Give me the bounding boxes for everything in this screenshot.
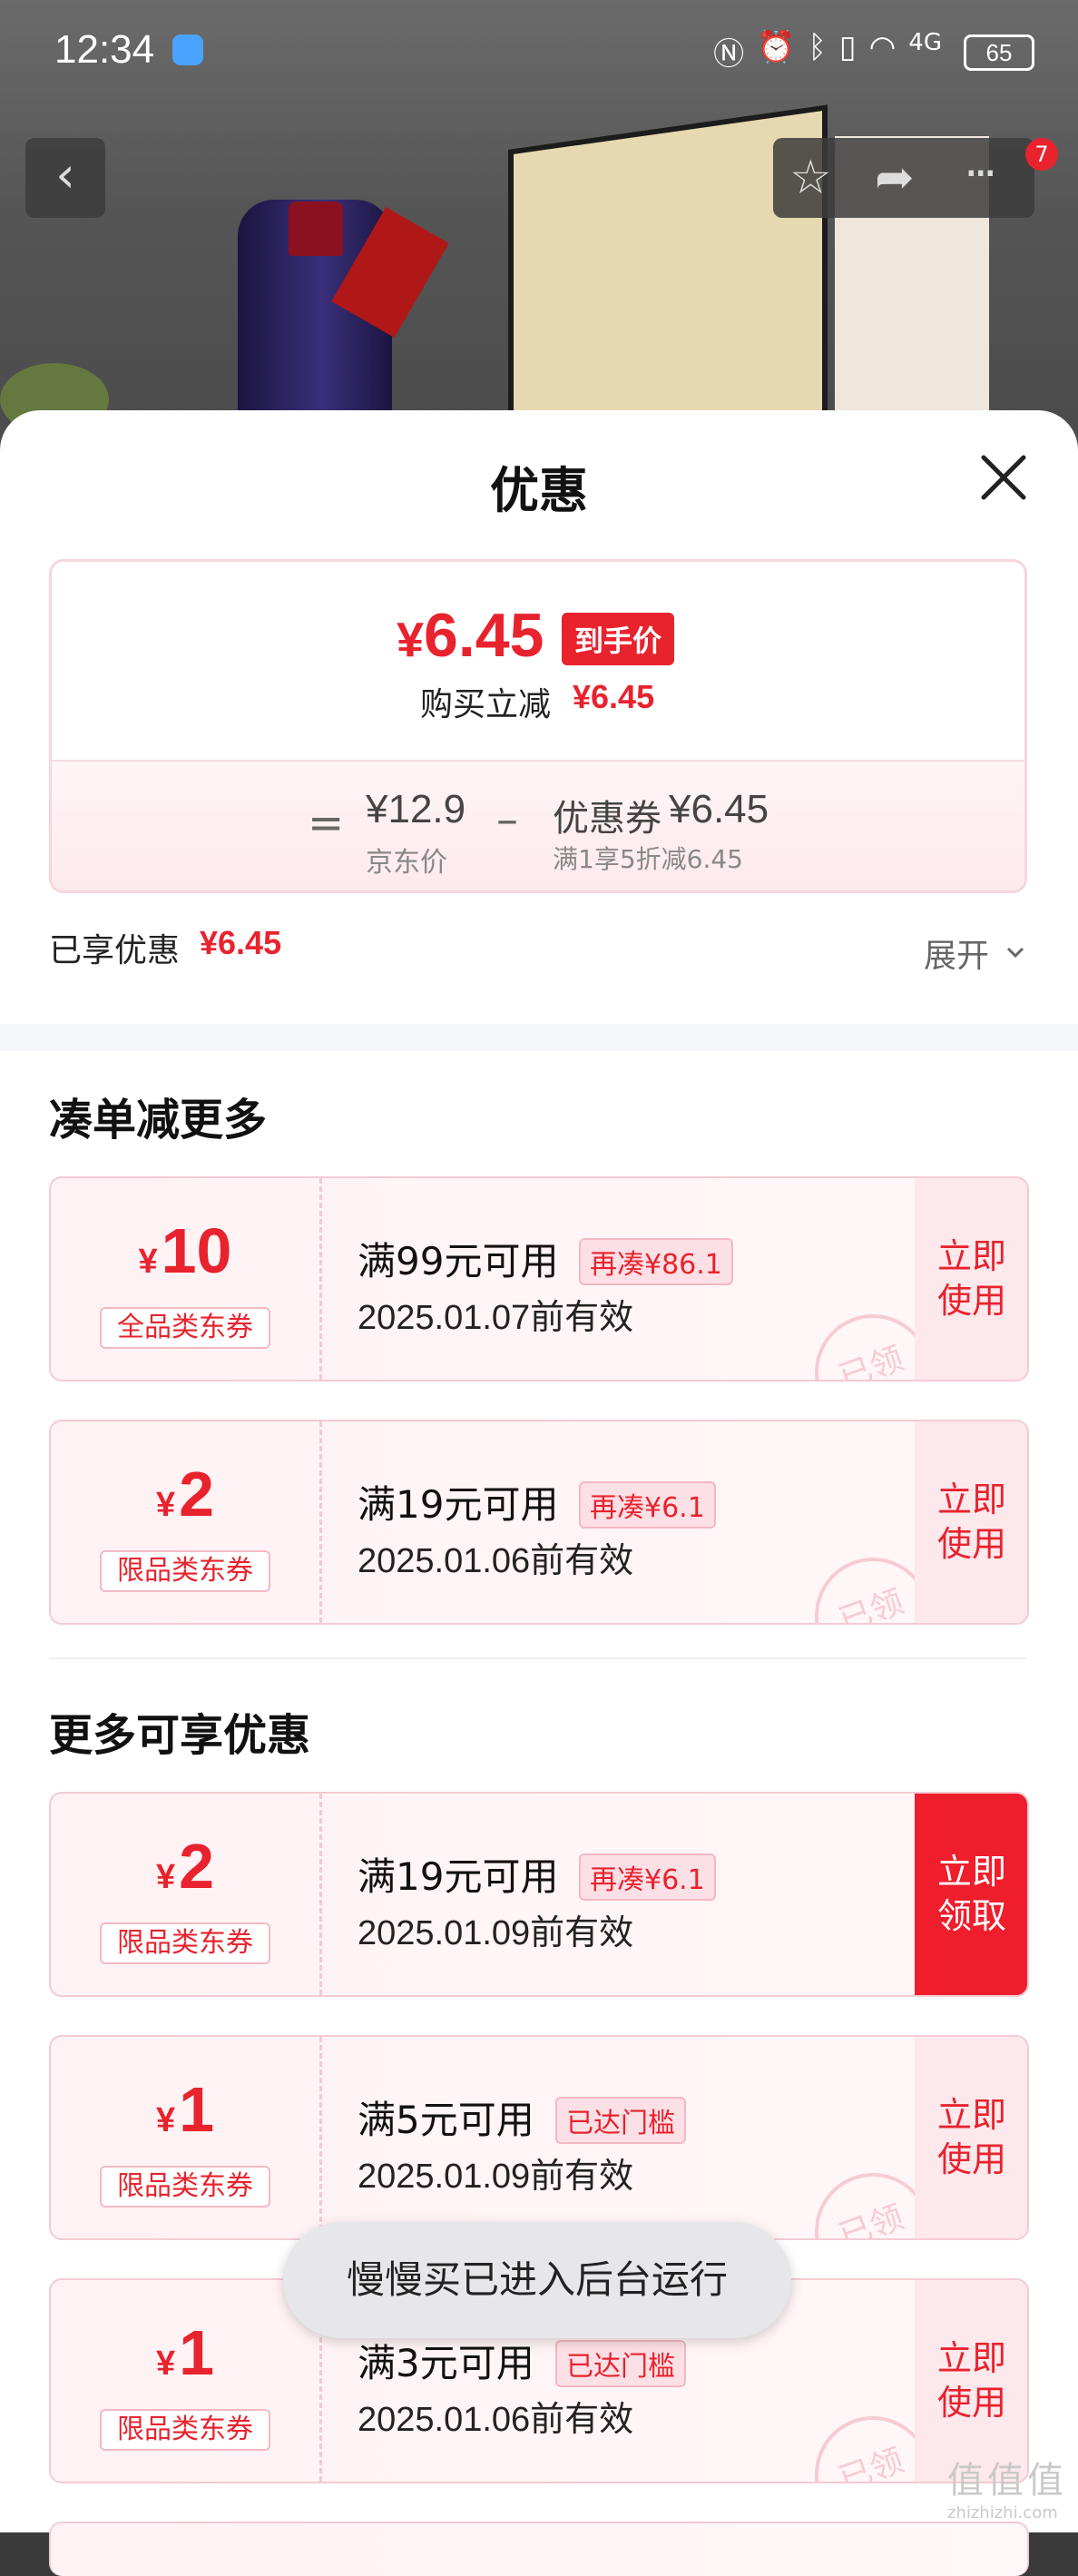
coupon-gap-badge: 已达门槛 bbox=[555, 2340, 686, 2387]
coupon-condition: 满19元可用 bbox=[358, 1854, 559, 1899]
chevron-down-icon[interactable] bbox=[1005, 942, 1025, 962]
coupon-amount: ¥1 bbox=[155, 2074, 215, 2145]
close-icon[interactable] bbox=[978, 452, 1029, 503]
coupon-expiry: 2025.01.09前有效 bbox=[358, 1914, 634, 1952]
section-title-more: 更多可享优惠 bbox=[49, 1710, 311, 1761]
status-bar: 12:34 Ⓝ ⏰ ᛒ ▯ ◠ 4G 65 bbox=[0, 0, 1078, 109]
coupon-card: ¥10 全品类东券 满99元可用 再凑¥86.1 2025.01.07前有效 已… bbox=[49, 1176, 1029, 1381]
coupon-gap-badge: 再凑¥6.1 bbox=[579, 1853, 716, 1901]
alarm-icon: ⏰ bbox=[757, 29, 796, 65]
coupon-condition: 满5元可用 bbox=[358, 2098, 534, 2142]
minus-sign: – bbox=[496, 794, 518, 845]
use-now-button[interactable]: 立即 使用 bbox=[915, 1421, 1027, 1623]
use-now-button[interactable]: 立即 使用 bbox=[915, 2037, 1027, 2238]
price-summary-card: ¥6.45 到手价 购买立减 ¥6.45 = ¥12.9 京东价 – 优惠券 ¥… bbox=[49, 559, 1027, 893]
coupon-amount: ¥10 bbox=[138, 1215, 232, 1286]
jd-price-label: 京东价 bbox=[366, 847, 447, 879]
coupon-card-partial bbox=[49, 2522, 1029, 2576]
instant-discount-label: 购买立减 bbox=[420, 686, 552, 723]
coupon-name: 优惠券 bbox=[553, 798, 662, 840]
4g-signal-icon: 4G bbox=[908, 29, 942, 56]
section-divider bbox=[49, 1657, 1027, 1659]
equals-sign: = bbox=[308, 798, 345, 849]
coupon-type: 限品类东券 bbox=[100, 1922, 270, 1964]
coupon-amount: ¥2 bbox=[155, 1459, 215, 1529]
final-price: ¥6.45 bbox=[397, 601, 544, 670]
coupon-expiry: 2025.01.07前有效 bbox=[358, 1299, 634, 1337]
coupon-card: ¥2 限品类东券 满19元可用 再凑¥6.1 2025.01.09前有效 立即 … bbox=[49, 1792, 1029, 1997]
use-now-button[interactable]: 立即 使用 bbox=[915, 1178, 1027, 1380]
price-breakdown: = ¥12.9 京东价 – 优惠券 ¥6.45 满1享5折减6.45 bbox=[52, 760, 1024, 890]
status-time: 12:34 bbox=[54, 27, 155, 72]
product-image-bottle-cap bbox=[289, 202, 343, 256]
price-summary-top: ¥6.45 到手价 购买立减 ¥6.45 bbox=[52, 562, 1024, 760]
claim-now-button[interactable]: 立即 领取 bbox=[915, 1794, 1027, 1995]
coupon-condition: 满99元可用 bbox=[358, 1239, 559, 1283]
bluetooth-icon: ᛒ bbox=[808, 29, 827, 65]
coupon-condition: 满3元可用 bbox=[358, 2341, 534, 2385]
expand-button[interactable]: 展开 bbox=[924, 929, 989, 977]
coupon-rule: 满1享5折减6.45 bbox=[553, 844, 743, 874]
notification-badge: 7 bbox=[1025, 138, 1058, 171]
coupon-gap-badge: 已达门槛 bbox=[555, 2097, 686, 2144]
instant-discount-value: ¥6.45 bbox=[573, 678, 655, 715]
coupon-amount: ¥6.45 bbox=[669, 787, 769, 831]
watermark-url: zhizhizhi.com bbox=[947, 2503, 1058, 2522]
chevron-left-icon: ‹ bbox=[55, 146, 75, 203]
jd-price: ¥12.9 bbox=[366, 787, 466, 831]
section-title-combine: 凑单减更多 bbox=[49, 1095, 268, 1145]
final-price-tag: 到手价 bbox=[562, 613, 675, 665]
coupon-gap-badge: 再凑¥86.1 bbox=[579, 1238, 733, 1285]
coupon-type: 限品类东券 bbox=[100, 2409, 270, 2451]
sheet-title: 优惠 bbox=[490, 462, 588, 519]
coupon-expiry: 2025.01.06前有效 bbox=[358, 2401, 634, 2439]
coupon-gap-badge: 再凑¥6.1 bbox=[579, 1481, 716, 1529]
back-button[interactable]: ‹ bbox=[25, 138, 105, 218]
coupon-expiry: 2025.01.06前有效 bbox=[358, 1542, 634, 1580]
nfc-icon: Ⓝ bbox=[713, 36, 745, 73]
enjoyed-discount-label: 已享优惠 bbox=[49, 932, 181, 969]
wifi-icon: ◠ bbox=[868, 29, 897, 65]
coupon-amount: ¥2 bbox=[155, 1831, 215, 1902]
watermark: 值值值 bbox=[947, 2460, 1067, 2502]
coupon-expiry: 2025.01.09前有效 bbox=[358, 2158, 634, 2196]
coupon-type: 全品类东券 bbox=[100, 1307, 270, 1349]
more-icon[interactable]: ··· bbox=[964, 147, 998, 202]
coupon-type: 限品类东券 bbox=[100, 2166, 270, 2207]
coupon-type: 限品类东券 bbox=[100, 1550, 270, 1592]
vibrate-icon: ▯ bbox=[838, 29, 857, 65]
battery-indicator: 65 bbox=[964, 34, 1034, 71]
section-divider-band bbox=[0, 1024, 1078, 1051]
coupon-card: ¥2 限品类东券 满19元可用 再凑¥6.1 2025.01.06前有效 已领 … bbox=[49, 1420, 1029, 1625]
message-notification-icon bbox=[172, 34, 203, 65]
discount-sheet: 优惠 ¥6.45 到手价 购买立减 ¥6.45 = ¥12.9 京东价 – 优惠… bbox=[0, 410, 1078, 2576]
favorite-star-icon[interactable]: ☆ bbox=[789, 151, 832, 205]
nav-actions: ☆ ➦ ··· bbox=[773, 138, 1034, 218]
share-icon[interactable]: ➦ bbox=[875, 151, 915, 205]
status-icons: Ⓝ ⏰ ᛒ ▯ ◠ 4G bbox=[713, 29, 942, 74]
coupon-condition: 满19元可用 bbox=[358, 1482, 559, 1527]
background-toast: 慢慢买已进入后台运行 bbox=[283, 2222, 791, 2338]
coupon-card: ¥1 限品类东券 满5元可用 已达门槛 2025.01.09前有效 已领 立即 … bbox=[49, 2035, 1029, 2240]
enjoyed-discount-value: ¥6.45 bbox=[200, 924, 282, 961]
coupon-amount: ¥1 bbox=[155, 2317, 215, 2388]
